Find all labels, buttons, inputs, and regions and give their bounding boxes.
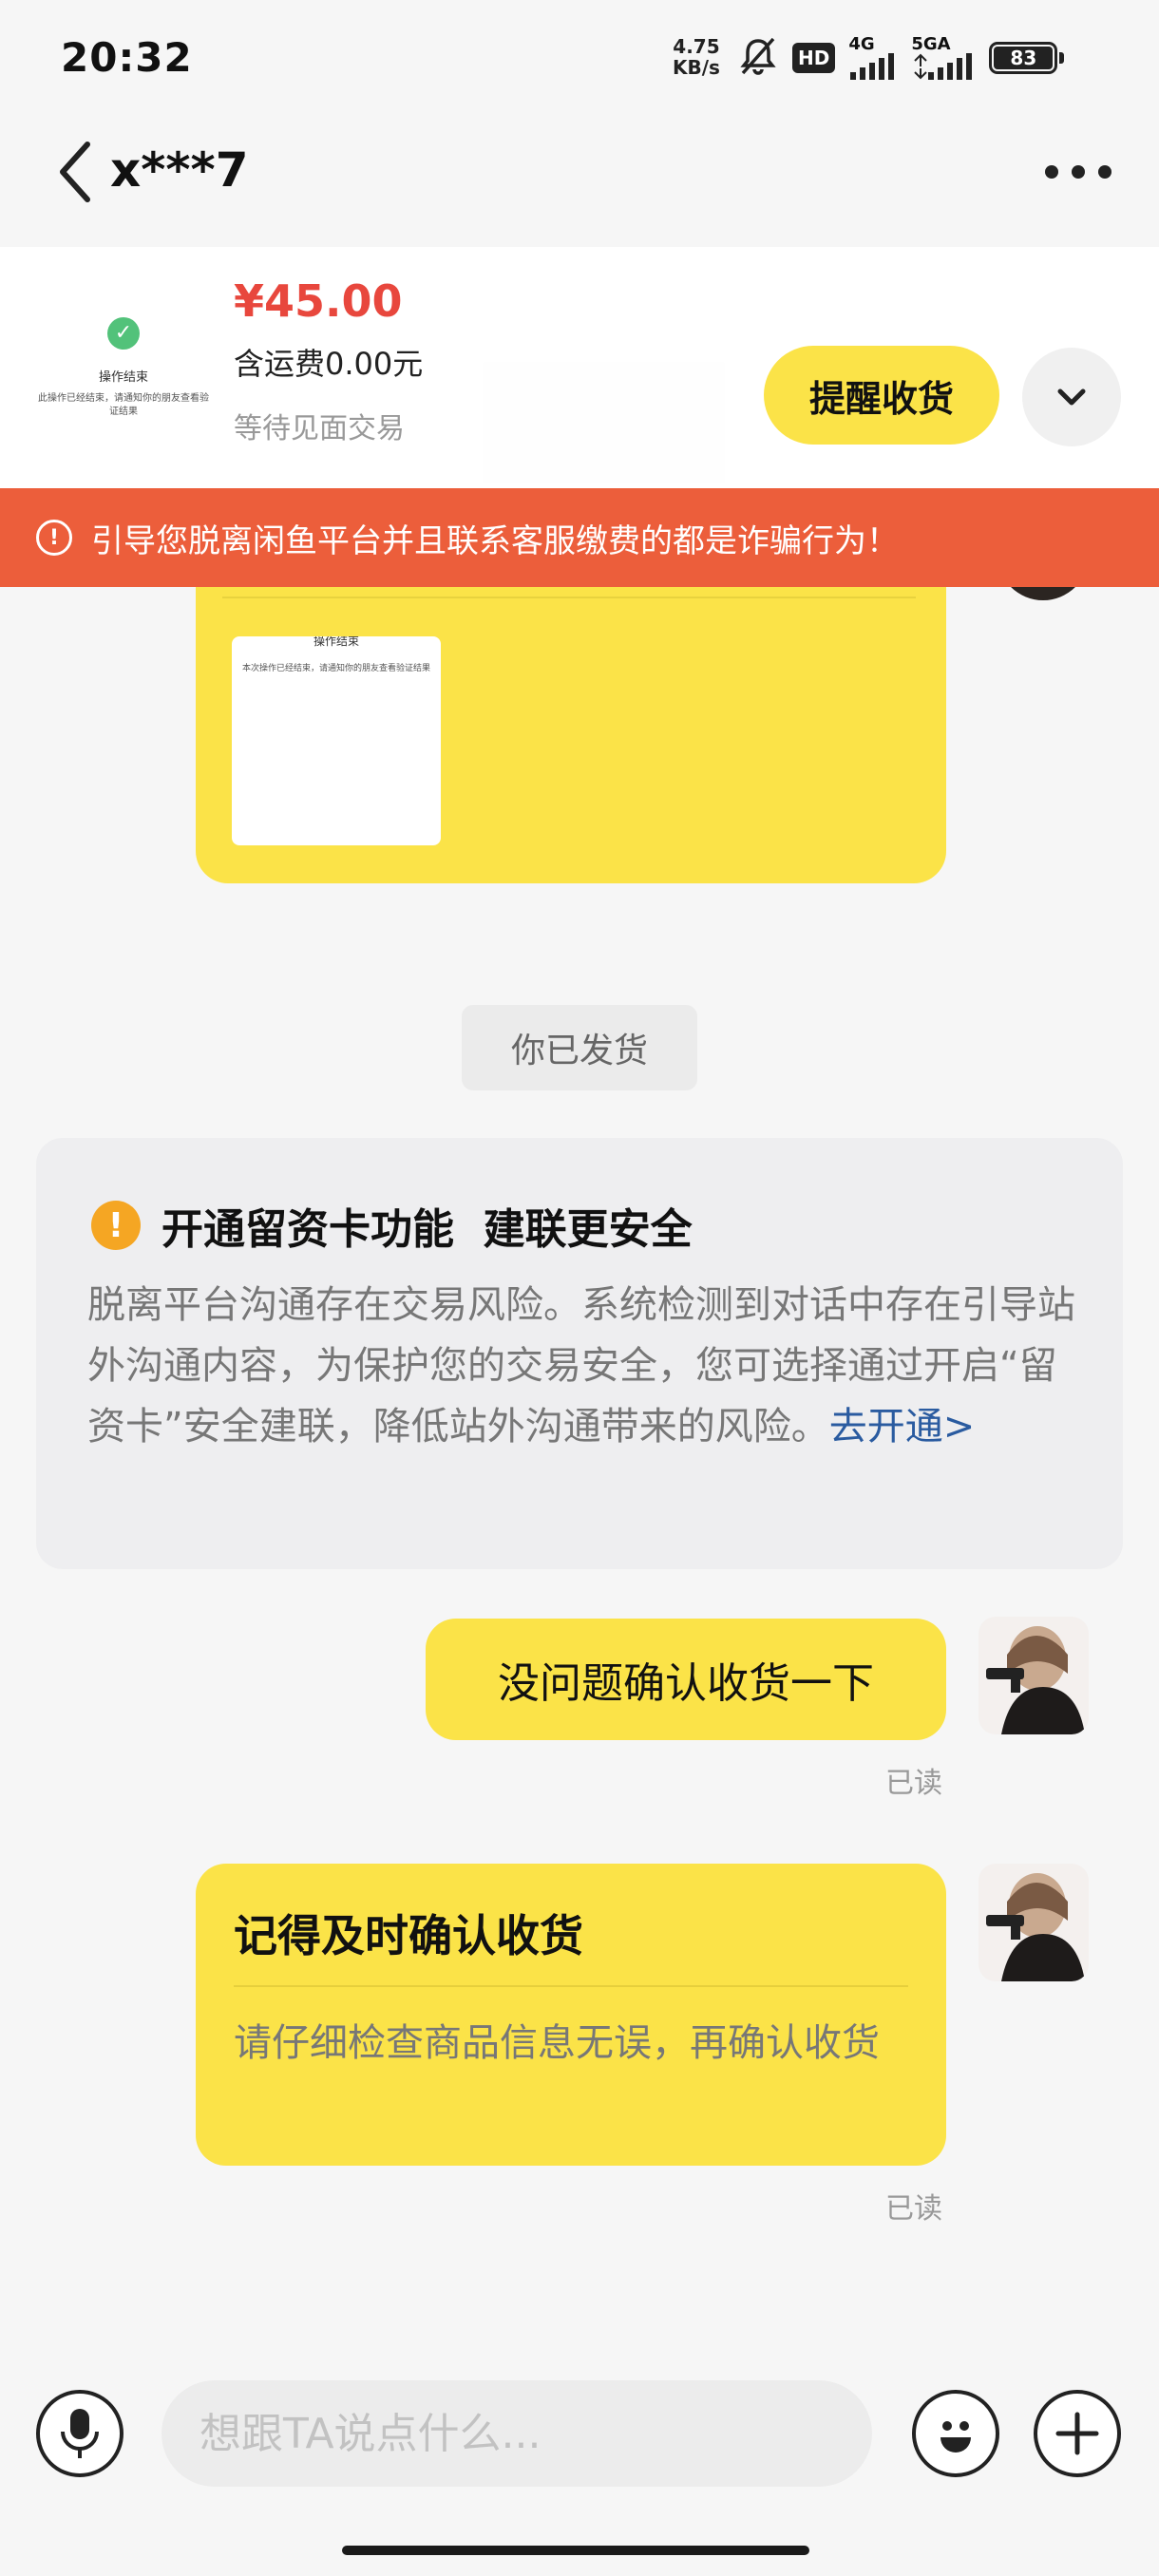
emoji-icon: [940, 2421, 971, 2453]
battery-icon: 83: [989, 42, 1065, 74]
network-speed: 4.75 KB/s: [673, 36, 720, 78]
read-receipt: 已读: [885, 2192, 942, 2226]
info-card-title: 开通留资卡功能 建联更安全: [162, 1205, 693, 1254]
avatar[interactable]: [978, 1864, 1089, 1981]
shipping-fee: 含运费0.00元: [234, 346, 424, 382]
message-bubble[interactable]: 没问题确认收货一下: [426, 1619, 946, 1740]
plus-button[interactable]: [1034, 2390, 1121, 2477]
battery-level: 83: [994, 47, 1054, 69]
info-card-body: 脱离平台沟通存在交易风险。系统检测到对话中存在引导站外沟通内容，为保护您的交易安…: [87, 1275, 1094, 1457]
signal-bars-icon: [914, 53, 973, 80]
signal-4g: 4G: [848, 36, 898, 80]
read-receipt: 已读: [885, 1767, 942, 1800]
chat-title: x***7: [110, 142, 249, 198]
back-button[interactable]: [53, 139, 101, 205]
product-card[interactable]: ✓ 操作结束 此操作已经结束，请通知你的朋友查看验证结果 ¥45.00 含运费0…: [0, 247, 1159, 494]
product-thumbnail[interactable]: ✓ 操作结束 此操作已经结束，请通知你的朋友查看验证结果: [28, 266, 218, 456]
mute-bell-icon: [737, 35, 779, 81]
image-message-screenshot[interactable]: 操作结束 本次操作已经结束，请通知你的朋友查看验证结果: [232, 636, 441, 845]
voice-button[interactable]: [36, 2390, 124, 2477]
more-dots-icon: [1045, 165, 1058, 179]
message-input[interactable]: [162, 2380, 872, 2487]
screenshot-text: 本次操作已经结束，请通知你的朋友查看验证结果: [241, 664, 430, 673]
message-card-title: 记得及时确认收货: [234, 1910, 583, 1961]
signal-bars-icon: [850, 53, 895, 80]
more-button[interactable]: [1045, 158, 1112, 186]
avatar[interactable]: [978, 1617, 1089, 1734]
product-price: ¥45.00: [234, 275, 403, 327]
remind-receipt-button[interactable]: 提醒收货: [764, 346, 999, 445]
signal-5ga-label: 5GA: [911, 34, 951, 54]
microphone-icon: [61, 2409, 99, 2458]
status-time: 20:32: [61, 34, 193, 81]
net-speed-value: 4.75: [673, 35, 720, 58]
emoji-button[interactable]: [912, 2390, 999, 2477]
thumb-text: 此操作已经结束，请通知你的朋友查看验证结果: [38, 393, 209, 417]
chevron-left-icon: [60, 142, 90, 202]
expand-button[interactable]: [1022, 348, 1121, 446]
plus-icon: [1055, 2412, 1099, 2455]
trade-status: 等待见面交易: [234, 412, 405, 445]
enable-link[interactable]: 去开通>: [829, 1405, 976, 1449]
signal-5ga: 5GA: [911, 36, 976, 80]
screenshot-title: 操作结束: [313, 636, 359, 648]
signal-4g-label: 4G: [848, 34, 875, 54]
fraud-warning-banner: ! 引导您脱离闲鱼平台并且联系客服缴费的都是诈骗行为！: [0, 488, 1159, 587]
home-indicator[interactable]: [342, 2546, 809, 2555]
message-card-body: 请仔细检查商品信息无误，再确认收货: [234, 2021, 880, 2065]
warning-text: 引导您脱离闲鱼平台并且联系客服缴费的都是诈骗行为！: [91, 521, 899, 560]
hd-badge: HD: [792, 43, 836, 73]
warning-icon: !: [36, 520, 72, 556]
thumb-title: 操作结束: [98, 370, 148, 385]
check-icon: ✓: [107, 317, 140, 350]
net-speed-unit: KB/s: [673, 56, 720, 79]
exclamation-icon: !: [91, 1201, 141, 1250]
chevron-down-icon: [1057, 388, 1086, 406]
status-icons: HD 4G 5GA 83: [737, 34, 1065, 82]
message-card-divider: [234, 1985, 908, 1987]
bubble-divider: [222, 597, 916, 598]
system-notice: 你已发货: [462, 1005, 697, 1090]
